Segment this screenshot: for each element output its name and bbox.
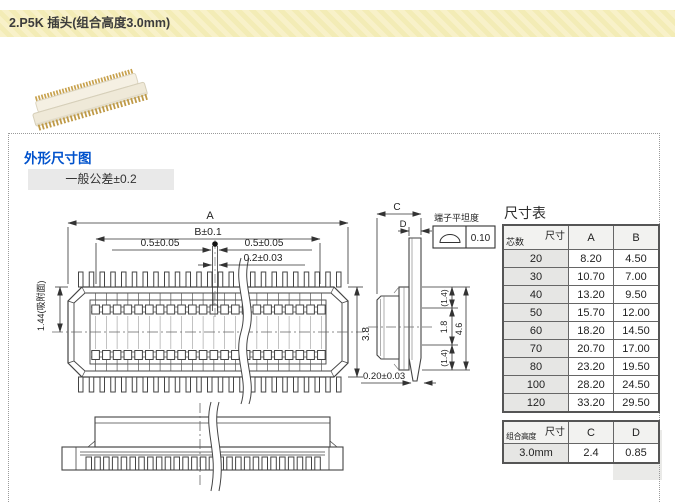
corner-label-height: 组合高度 [506,431,536,442]
flatness-symbol-icon [440,235,460,243]
dim-a-cell: 33.20 [569,394,614,413]
pins-cell: 40 [503,286,569,304]
dim-side-bottom-label: (1.4) [439,349,449,367]
table-row: 7020.7017.00 [503,340,659,358]
column-header-d: D [614,421,660,444]
side-view-body [377,238,421,381]
table-row: 8023.2019.50 [503,358,659,376]
dim-b-cell: 19.50 [614,358,660,376]
size-table-header-row: 尺寸 芯数 A B [503,225,659,250]
dim-c-label: C [393,202,400,213]
pins-cell: 100 [503,376,569,394]
top-view-pins-bottom [79,377,342,392]
dim-b-cell: 14.50 [614,322,660,340]
dim-body-width-label: 3.8 [361,327,372,341]
height-cell: 3.0mm [503,444,569,464]
front-view-pins [86,457,320,470]
size-table: 尺寸 芯数 A B 208.204.50 3010.707.00 4013.20… [502,224,660,413]
dim-side-total-label: 4.6 [454,323,464,336]
table-row: 3010.707.00 [503,268,659,286]
pins-cell: 20 [503,250,569,268]
flatness-label: 端子平坦度 [434,212,479,223]
pins-cell: 80 [503,358,569,376]
flatness-value: 0.10 [471,233,491,244]
table-row: 10028.2024.50 [503,376,659,394]
pins-cell: 60 [503,322,569,340]
table-row: 4013.209.50 [503,286,659,304]
table-row: 5015.7012.00 [503,304,659,322]
dim-terminal-thickness-label: 0.20±0.03 [363,371,405,382]
dim-a-cell: 15.70 [569,304,614,322]
pins-cell: 70 [503,340,569,358]
dim-a-cell: 10.70 [569,268,614,286]
pins-cell: 50 [503,304,569,322]
column-header-b: B [614,225,660,250]
dim-d-cell: 0.85 [614,444,660,464]
table-row: 6018.2014.50 [503,322,659,340]
dim-b-label: B±0.1 [194,226,222,238]
dim-a-cell: 8.20 [569,250,614,268]
reference-dot [212,241,218,247]
dim-b-cell: 7.00 [614,268,660,286]
dim-c-cell: 2.4 [569,444,614,464]
dim-side-top-label: (1.4) [439,289,449,307]
corner-label-size: 尺寸 [545,227,565,242]
dim-a-cell: 28.20 [569,376,614,394]
height-table: 尺寸 组合高度 C D 3.0mm 2.4 0.85 [502,420,660,464]
table-row: 12033.2029.50 [503,394,659,413]
dim-b-cell: 4.50 [614,250,660,268]
dim-suction-label: 1.44(吸附面) [35,280,46,331]
dim-a-label: A [206,210,214,222]
top-view-pins-top [79,272,342,287]
dim-a-cell: 13.20 [569,286,614,304]
corner-label-size: 尺寸 [545,423,565,438]
height-table-corner-cell: 尺寸 组合高度 [503,421,569,444]
dim-pitch-right-label: 0.5±0.05 [245,238,284,249]
table-row: 3.0mm 2.4 0.85 [503,444,659,464]
dim-b-cell: 17.00 [614,340,660,358]
dim-a-cell: 23.20 [569,358,614,376]
pins-cell: 30 [503,268,569,286]
dim-b-cell: 24.50 [614,376,660,394]
corner-label-pins: 芯数 [506,235,524,248]
dim-side-mid-label: 1.8 [439,321,449,334]
dim-d-label: D [400,219,407,230]
height-table-header-row: 尺寸 组合高度 C D [503,421,659,444]
dim-pin-width-label: 0.2±0.03 [244,253,283,264]
column-header-a: A [569,225,614,250]
table-row: 208.204.50 [503,250,659,268]
page: { "header": { "title": "2.P5K 插头(组合高度3.0… [0,0,675,493]
pins-cell: 120 [503,394,569,413]
dim-b-cell: 12.00 [614,304,660,322]
top-view-pads-top [92,305,325,314]
dim-b-cell: 9.50 [614,286,660,304]
dim-b-cell: 29.50 [614,394,660,413]
dim-a-cell: 18.20 [569,322,614,340]
size-table-corner-cell: 尺寸 芯数 [503,225,569,250]
column-header-c: C [569,421,614,444]
dim-a-cell: 20.70 [569,340,614,358]
dim-pitch-left-label: 0.5±0.05 [141,238,180,249]
dimension-suction [55,287,68,332]
